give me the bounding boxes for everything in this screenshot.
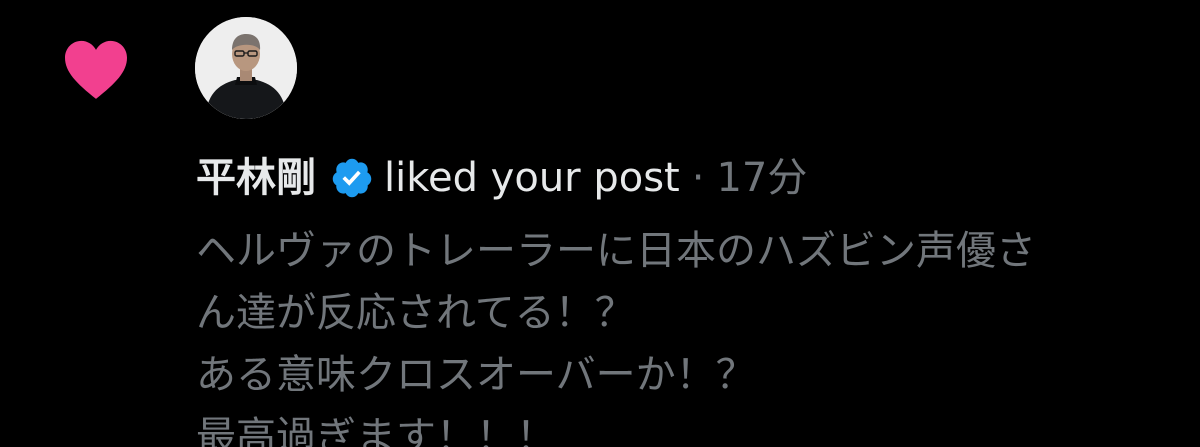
separator-dot: · xyxy=(691,155,705,201)
timestamp: 17分 xyxy=(716,155,808,201)
post-text-line: ヘルヴァのトレーラーに日本のハズビン声優さ xyxy=(196,228,1036,274)
heart-icon xyxy=(65,40,127,99)
action-text: liked your post xyxy=(384,155,680,201)
notification-headline: 平林剛 liked your post · 17分 xyxy=(196,148,807,208)
user-name[interactable]: 平林剛 xyxy=(196,148,316,208)
post-text-line: ある意味クロスオーバーか！？ xyxy=(196,352,756,398)
like-notification[interactable]: 平林剛 liked your post · 17分 ヘルヴァのトレーラーに日本の… xyxy=(0,0,1200,447)
profile-photo xyxy=(195,17,297,119)
post-text-line: 最高過ぎます！！！ xyxy=(196,414,556,447)
avatar[interactable] xyxy=(195,17,297,119)
post-preview-text[interactable]: ヘルヴァのトレーラーに日本のハズビン声優さ ん達が反応されてる！？ ある意味クロ… xyxy=(196,220,1196,447)
verified-badge-icon xyxy=(332,158,372,198)
post-text-line: ん達が反応されてる！？ xyxy=(196,290,635,336)
